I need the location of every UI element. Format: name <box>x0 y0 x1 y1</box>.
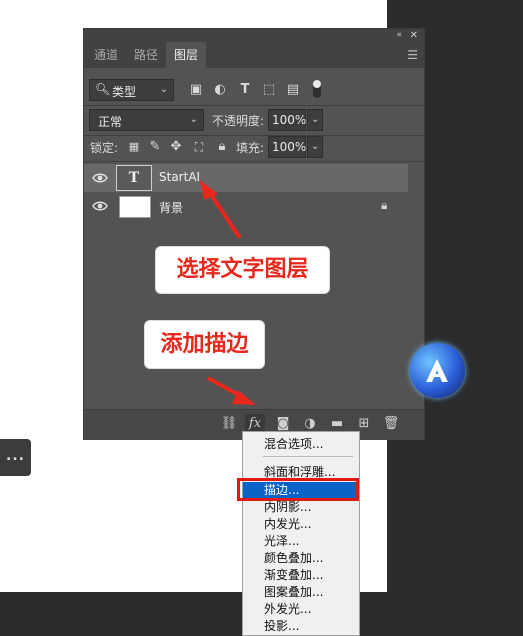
menu-separator <box>263 456 353 457</box>
fill-label: 填充: <box>236 141 265 155</box>
tab-layers[interactable]: 图层 <box>166 42 207 68</box>
lock-image-icon[interactable]: ✎ <box>147 138 163 156</box>
startai-logo <box>410 343 465 398</box>
lock-position-icon[interactable]: ✥ <box>168 138 184 156</box>
fill-input[interactable]: 100% <box>268 136 306 158</box>
lock-artboard-icon[interactable]: ⛶ <box>191 138 207 156</box>
text-layer-thumb: T <box>116 165 152 191</box>
menu-item-drop-shadow[interactable]: 投影... <box>243 618 359 635</box>
filter-shape-icon[interactable]: ⬚ <box>260 81 278 99</box>
opacity-label: 不透明度: <box>212 114 265 128</box>
filter-type-icon[interactable]: T <box>236 81 254 99</box>
filter-toggle[interactable] <box>313 80 321 98</box>
menu-item-inner-shadow[interactable]: 内阴影... <box>243 499 359 516</box>
chevron-down-icon: ⌄ <box>311 114 320 125</box>
chevron-down-icon: ⌄ <box>159 84 168 95</box>
opacity-value: 100% <box>272 113 307 127</box>
panel-tab-bar: 通道 路径 图层 ☰ <box>84 42 424 68</box>
panel-title-bar: « ✕ <box>84 29 424 42</box>
stroke-highlight-box <box>237 478 359 501</box>
lock-all-icon[interactable]: 🔒︎ <box>214 138 230 156</box>
divider <box>84 161 424 162</box>
filter-kind-label: 类型 <box>112 85 137 99</box>
filter-adjustment-icon[interactable]: ◐ <box>211 81 229 99</box>
layer-name: 背景 <box>159 201 184 215</box>
lock-icon: 🔒︎ <box>381 198 388 212</box>
lock-transparent-icon[interactable]: ▦ <box>126 138 142 156</box>
trash-icon[interactable]: 🗑︎ <box>381 414 401 434</box>
chevron-down-icon: ⌄ <box>311 141 320 152</box>
collapse-icon[interactable]: « <box>396 29 402 42</box>
more-button[interactable]: ... <box>0 439 31 476</box>
tab-channels[interactable]: 通道 <box>86 42 126 68</box>
menu-item-satin[interactable]: 光泽... <box>243 533 359 550</box>
eye-icon[interactable] <box>92 198 108 214</box>
fill-dropdown[interactable]: ⌄ <box>307 136 323 158</box>
layer-name: StartAI <box>159 170 201 184</box>
opacity-input[interactable]: 100% <box>268 109 306 131</box>
link-icon[interactable]: ⛓ <box>219 414 239 434</box>
menu-item-inner-glow[interactable]: 内发光... <box>243 516 359 533</box>
filter-kind-select[interactable]: 🔍︎ 类型 ⌄ <box>89 79 174 101</box>
menu-item-blending-options[interactable]: 混合选项... <box>243 436 359 453</box>
callout-add-stroke: 添加描边 <box>145 321 264 368</box>
layer-row-background[interactable]: 背景 🔒︎ <box>84 192 408 220</box>
search-icon: 🔍︎ <box>95 82 111 96</box>
divider <box>84 135 424 136</box>
fill-value: 100% <box>272 140 307 154</box>
chevron-down-icon: ⌄ <box>189 114 198 125</box>
layers-panel: « ✕ 通道 路径 图层 ☰ 🔍︎ 类型 ⌄ ▣ ◐ T ⬚ ▤ 正常 ⌄ 不透… <box>83 28 425 440</box>
blend-mode-value: 正常 <box>98 115 123 129</box>
layer-thumb <box>119 196 151 218</box>
callout-select-text-layer: 选择文字图层 <box>156 247 329 293</box>
divider <box>84 105 424 106</box>
menu-item-gradient-overlay[interactable]: 渐变叠加... <box>243 567 359 584</box>
menu-item-outer-glow[interactable]: 外发光... <box>243 601 359 618</box>
opacity-dropdown[interactable]: ⌄ <box>307 109 323 131</box>
tab-paths[interactable]: 路径 <box>126 42 166 68</box>
blend-mode-select[interactable]: 正常 ⌄ <box>89 109 204 131</box>
filter-pixel-icon[interactable]: ▣ <box>187 81 205 99</box>
layer-row-startai[interactable]: T StartAI <box>84 164 408 192</box>
menu-item-color-overlay[interactable]: 颜色叠加... <box>243 550 359 567</box>
logo-a-icon <box>426 359 448 382</box>
panel-menu-icon[interactable]: ☰ <box>407 42 418 68</box>
menu-item-pattern-overlay[interactable]: 图案叠加... <box>243 584 359 601</box>
eye-icon[interactable] <box>92 170 108 186</box>
filter-smartobject-icon[interactable]: ▤ <box>284 81 302 99</box>
lock-label: 锁定: <box>90 141 119 155</box>
fx-menu: 混合选项... 斜面和浮雕... 描边... 内阴影... 内发光... 光泽.… <box>242 431 360 636</box>
toggle-knob <box>313 80 321 88</box>
close-icon[interactable]: ✕ <box>410 29 418 42</box>
